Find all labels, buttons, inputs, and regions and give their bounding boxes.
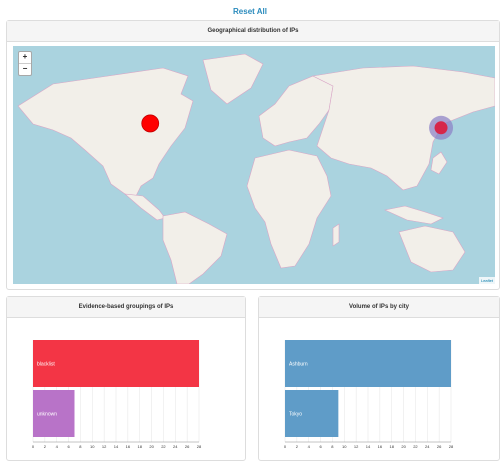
city-tick-label: 8 bbox=[331, 444, 334, 449]
zoom-in-button[interactable]: + bbox=[19, 52, 31, 63]
evidence-tick-label: 12 bbox=[102, 444, 107, 449]
zoom-control: + − bbox=[18, 51, 32, 76]
evidence-tick-label: 18 bbox=[137, 444, 142, 449]
world-map[interactable]: + − Leaflet bbox=[13, 46, 495, 284]
map-attribution[interactable]: Leaflet bbox=[478, 277, 495, 284]
evidence-tick-label: 4 bbox=[56, 444, 59, 449]
city-bar-ashburn[interactable] bbox=[285, 340, 451, 387]
land-south-america bbox=[162, 211, 228, 284]
marker-ashburn[interactable] bbox=[141, 114, 160, 133]
evidence-bar-chart: 0 2 4 6 8 10 12 14 16 18 20 22 24 26 28blacklistunknow… bbox=[32, 340, 202, 449]
evidence-tick-label: 20 bbox=[149, 444, 154, 449]
map-panel: Geographical distribution of IPs + − Lea… bbox=[6, 20, 500, 290]
city-tick-label: 4 bbox=[308, 444, 311, 449]
land-madagascar bbox=[332, 223, 340, 247]
evidence-tick-label: 22 bbox=[161, 444, 166, 449]
evidence-tick-label: 10 bbox=[90, 444, 95, 449]
evidence-bar-blacklist[interactable] bbox=[33, 340, 199, 387]
evidence-tick-label: 6 bbox=[67, 444, 70, 449]
zoom-out-button[interactable]: − bbox=[19, 63, 31, 75]
city-chart-panel: Volume of IPs by city 0 2 4 6 8 10 12 14 16 18 20 2… bbox=[258, 296, 500, 461]
land-japan bbox=[430, 151, 448, 175]
city-bar-label: Tokyo bbox=[289, 412, 302, 418]
city-tick-label: 2 bbox=[296, 444, 299, 449]
land-greenland bbox=[202, 53, 264, 105]
city-tick-label: 26 bbox=[437, 444, 442, 449]
evidence-chart-title: Evidence-based groupings of IPs bbox=[7, 297, 245, 318]
city-tick-label: 10 bbox=[342, 444, 347, 449]
city-tick-label: 20 bbox=[401, 444, 406, 449]
land-asia bbox=[312, 65, 495, 191]
city-tick-label: 16 bbox=[378, 444, 383, 449]
map-title: Geographical distribution of IPs bbox=[7, 21, 499, 42]
evidence-tick-label: 8 bbox=[79, 444, 82, 449]
city-tick-label: 12 bbox=[354, 444, 359, 449]
city-tick-label: 24 bbox=[425, 444, 430, 449]
city-tick-label: 14 bbox=[366, 444, 371, 449]
city-chart-title: Volume of IPs by city bbox=[259, 297, 499, 318]
land-indonesia bbox=[384, 205, 444, 225]
land-africa bbox=[246, 149, 332, 269]
city-tick-label: 6 bbox=[319, 444, 322, 449]
evidence-chart-panel: Evidence-based groupings of IPs 0 2 4 6 8 10 1… bbox=[6, 296, 246, 461]
evidence-tick-label: 26 bbox=[185, 444, 190, 449]
evidence-tick-label: 0 bbox=[32, 444, 35, 449]
marker-tokyo[interactable] bbox=[434, 121, 448, 135]
land-north-america bbox=[17, 67, 194, 199]
reset-all-link[interactable]: Reset All bbox=[0, 7, 500, 16]
evidence-tick-label: 28 bbox=[197, 444, 202, 449]
city-tick-label: 28 bbox=[449, 444, 454, 449]
land-australia bbox=[398, 225, 466, 273]
city-bar-chart: 0 2 4 6 8 10 12 14 16 18 20 22 24 26 28AshburnTokyo bbox=[284, 340, 454, 449]
evidence-bar-label: unknown bbox=[37, 412, 57, 418]
city-tick-label: 22 bbox=[413, 444, 418, 449]
evidence-bar-label: blacklist bbox=[37, 362, 55, 368]
map-canvas[interactable] bbox=[13, 46, 495, 284]
evidence-tick-label: 16 bbox=[126, 444, 131, 449]
land-central-america bbox=[124, 193, 166, 221]
city-bar-label: Ashburn bbox=[289, 362, 308, 368]
city-tick-label: 0 bbox=[284, 444, 287, 449]
evidence-tick-label: 2 bbox=[44, 444, 47, 449]
land-masses bbox=[17, 53, 495, 284]
evidence-tick-label: 24 bbox=[173, 444, 178, 449]
evidence-tick-label: 14 bbox=[114, 444, 119, 449]
city-tick-label: 18 bbox=[389, 444, 394, 449]
